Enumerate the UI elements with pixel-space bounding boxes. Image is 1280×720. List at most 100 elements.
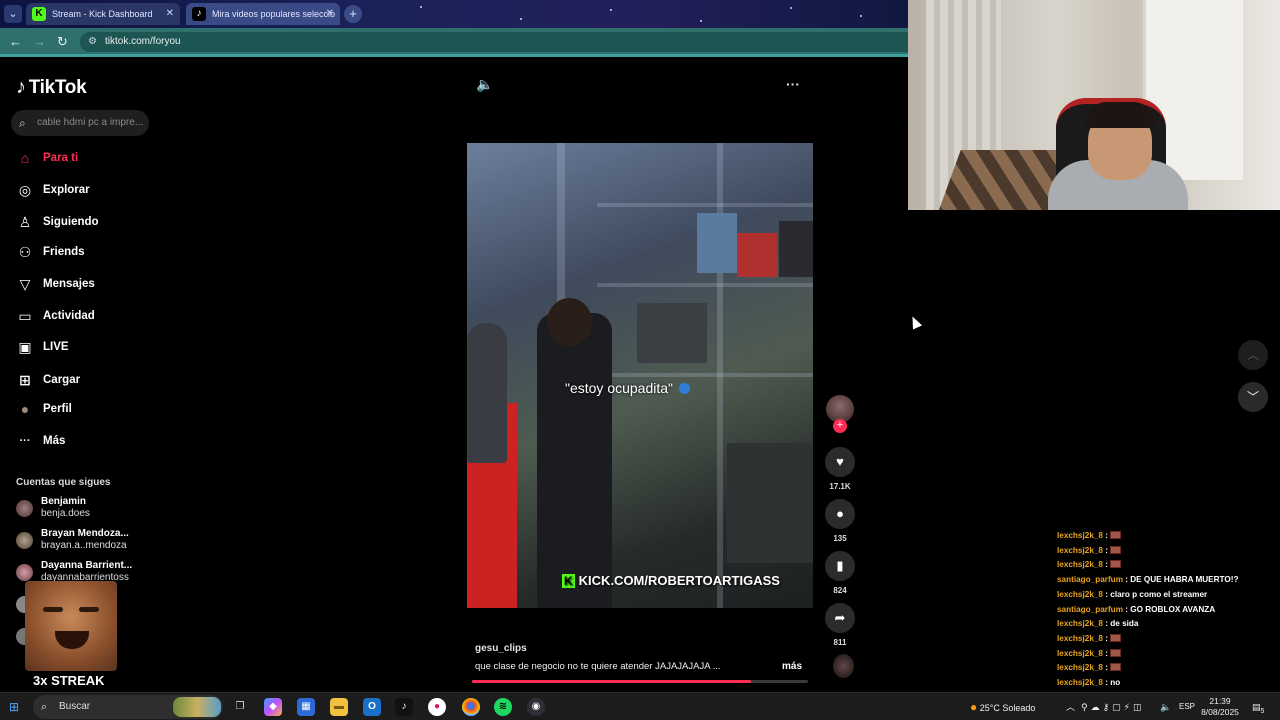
more-icon: ··· — [19, 435, 31, 447]
follow-plus-icon[interactable]: + — [833, 419, 847, 433]
tiktok-app-icon[interactable]: ♪ — [395, 698, 413, 716]
chat-username[interactable]: lexchsj2k_8 — [1057, 619, 1103, 628]
site-info-icon[interactable]: ⚙ — [88, 32, 97, 52]
nav-label: Actividad — [43, 310, 95, 322]
tab-search-dropdown[interactable]: ⌄ — [4, 5, 22, 23]
home-icon: ⌂ — [20, 150, 30, 166]
copilot-icon[interactable]: ◆ — [264, 698, 282, 716]
chat-message: lexchsj2k_8 : — [1057, 661, 1122, 675]
chat-username[interactable]: lexchsj2k_8 — [1057, 546, 1103, 555]
nav-label: Siguiendo — [43, 216, 99, 228]
nav-cargar[interactable]: ⊞ Cargar — [16, 370, 80, 390]
screen: ⌄ K Stream - Kick Dashboard ✕ ♪ Mira vid… — [0, 0, 1280, 720]
obs-icon[interactable]: ◉ — [527, 698, 545, 716]
search-highlight-image — [173, 697, 221, 717]
video-username[interactable]: gesu_clips — [475, 643, 527, 654]
chat-emote-icon — [1110, 648, 1122, 657]
send-icon: ▽ — [19, 276, 31, 292]
chat-username[interactable]: lexchsj2k_8 — [1057, 560, 1103, 569]
chat-username[interactable]: lexchsj2k_8 — [1057, 634, 1103, 643]
spotify-icon[interactable]: ≋ — [494, 698, 512, 716]
chat-emote-icon — [1110, 560, 1122, 569]
video-shelf — [597, 203, 813, 207]
nav-perfil[interactable]: ● Perfil — [16, 399, 72, 419]
account-name: Benjamin — [41, 496, 87, 507]
close-tab-icon[interactable]: ✕ — [166, 3, 174, 25]
nav-actividad[interactable]: ▭ Actividad — [16, 306, 95, 326]
video-person — [537, 313, 612, 608]
back-icon[interactable]: ← — [9, 34, 22, 49]
windows-start-icon[interactable]: ⊞ — [9, 700, 19, 714]
live-icon: ▣ — [18, 339, 32, 355]
chat-username[interactable]: lexchsj2k_8 — [1057, 663, 1103, 672]
chat-separator: : — [1102, 545, 1111, 555]
chat-message: lexchsj2k_8 : — [1057, 529, 1122, 543]
chat-username[interactable]: santiago_parfum — [1057, 605, 1123, 614]
nav-live[interactable]: ▣ LIVE — [16, 337, 69, 357]
url-field[interactable]: ⚙ tiktok.com/foryou — [80, 32, 908, 52]
nav-label: Para ti — [43, 152, 79, 164]
tray-icons[interactable]: ⚲☁⚷▢⚡◫ — [1081, 693, 1145, 720]
store-icon[interactable]: ▦ — [297, 698, 315, 716]
new-tab-button[interactable]: + — [344, 5, 362, 23]
following-heading: Cuentas que sigues — [16, 477, 111, 488]
streak-label: 3x STREAK — [33, 673, 105, 688]
nav-para-ti[interactable]: ⌂ Para ti — [16, 148, 78, 168]
share-icon: ➦ — [834, 610, 846, 625]
more-options-icon[interactable]: ··· — [786, 76, 800, 92]
taskbar-clock[interactable]: 21:39 8/08/2025 — [1200, 696, 1240, 718]
next-video-button[interactable]: ﹀ — [1238, 382, 1268, 412]
nav-siguiendo[interactable]: ♙ Siguiendo — [16, 212, 99, 232]
weather-widget[interactable]: ● 25°C Soleado — [970, 693, 1035, 720]
upload-icon: ⊞ — [19, 372, 31, 388]
nav-mensajes[interactable]: ▽ Mensajes — [16, 274, 95, 294]
chat-username[interactable]: lexchsj2k_8 — [1057, 531, 1103, 540]
chat-username[interactable]: santiago_parfum — [1057, 575, 1123, 584]
music-disc-icon[interactable] — [833, 654, 854, 678]
search-input[interactable]: ⌕ cable hdmi pc a impre... — [11, 110, 149, 136]
close-tab-icon[interactable]: ✕ — [326, 3, 334, 25]
forward-icon[interactable]: → — [33, 34, 46, 49]
tab-kick-dashboard[interactable]: K Stream - Kick Dashboard ✕ — [26, 3, 180, 25]
show-hidden-icons[interactable]: ︿ — [1066, 693, 1075, 720]
nav-label: LIVE — [43, 341, 69, 353]
taskbar-search[interactable]: ⌕ Buscar — [33, 695, 223, 719]
avatar — [16, 532, 33, 549]
nav-friends[interactable]: ⚇ Friends — [16, 242, 85, 262]
language-indicator[interactable]: ESP — [1179, 693, 1195, 720]
chat-username[interactable]: lexchsj2k_8 — [1057, 649, 1103, 658]
like-button[interactable]: ♥ — [825, 447, 855, 477]
weather-text: 25°C Soleado — [979, 703, 1036, 713]
blue-dot-emoji — [679, 383, 691, 394]
chrome-icon[interactable] — [462, 698, 480, 716]
file-explorer-icon[interactable]: ▬ — [330, 698, 348, 716]
task-view-icon[interactable]: ❐ — [231, 698, 249, 716]
brow-left — [43, 607, 63, 612]
volume-tray-icon[interactable]: 🔈 — [1160, 693, 1171, 720]
tab-tiktok[interactable]: ♪ Mira videos populares seleccio ✕ — [186, 3, 340, 25]
video-player[interactable]: "estoy ocupadita" K KICK.COM/ROBERTOARTIG… — [467, 143, 813, 608]
video-caption: "estoy ocupadita" — [565, 380, 691, 396]
volume-icon[interactable]: 🔈 — [476, 76, 493, 93]
webcam-feed — [908, 0, 1280, 210]
video-progress-bar[interactable] — [472, 680, 808, 683]
save-button[interactable]: ▮ — [825, 551, 855, 581]
previous-video-button[interactable]: ︿ — [1238, 340, 1268, 370]
notification-icon[interactable]: ▤5 — [1252, 693, 1264, 720]
comment-button[interactable]: ● — [825, 499, 855, 529]
heart-icon: ♥ — [836, 454, 844, 469]
app-pink-icon[interactable]: ● — [428, 698, 446, 716]
video-shelf — [597, 283, 813, 287]
chat-username[interactable]: lexchsj2k_8 — [1057, 590, 1103, 599]
share-button[interactable]: ➦ — [825, 603, 855, 633]
reload-icon[interactable]: ↻ — [57, 34, 68, 50]
video-description: que clase de negocio no te quiere atende… — [475, 661, 721, 672]
tiktok-logo[interactable]: ♪ TikTok — [16, 76, 87, 99]
nav-explorar[interactable]: ◎ Explorar — [16, 180, 90, 200]
outlook-icon[interactable]: O — [363, 698, 381, 716]
tab-title: Stream - Kick Dashboard — [52, 9, 153, 19]
nav-mas[interactable]: ··· Más — [16, 431, 66, 451]
avatar — [16, 564, 33, 581]
chat-username[interactable]: lexchsj2k_8 — [1057, 678, 1103, 687]
more-button[interactable]: más — [782, 661, 802, 672]
